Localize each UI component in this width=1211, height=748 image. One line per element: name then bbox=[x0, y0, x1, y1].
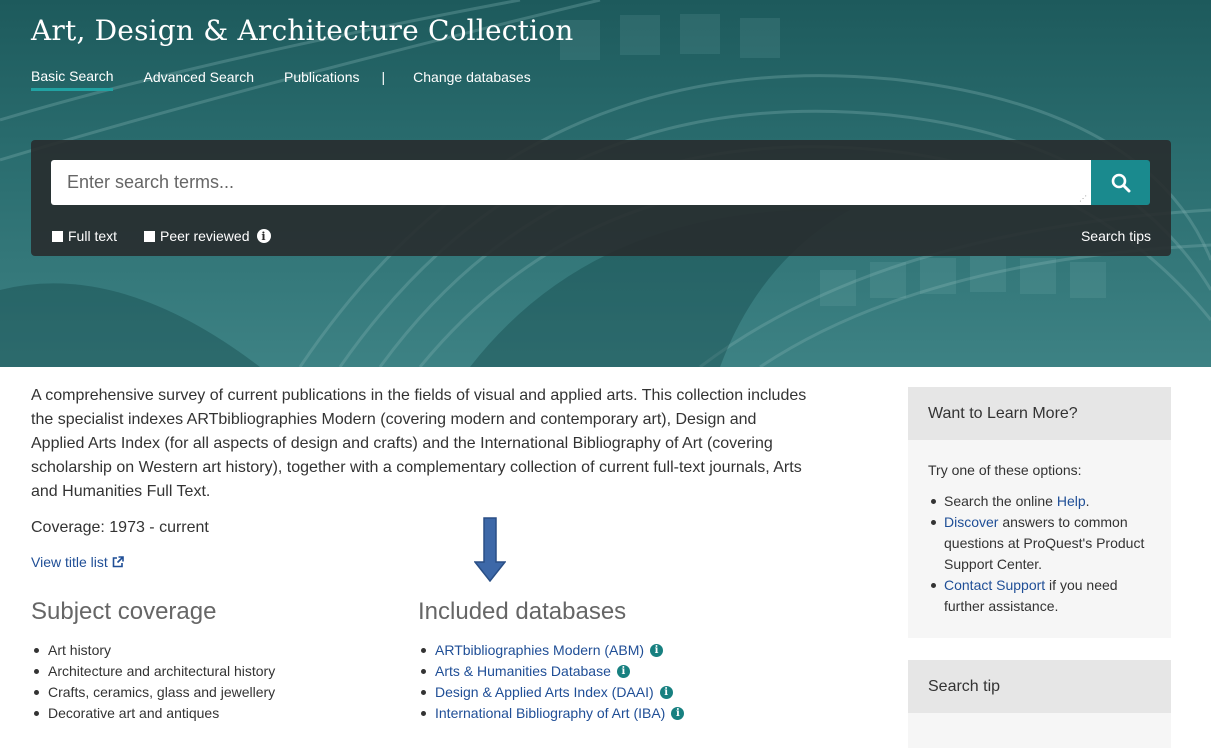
list-item: Crafts, ceramics, glass and jewellery bbox=[31, 682, 275, 703]
info-icon[interactable]: i bbox=[671, 707, 685, 720]
database-link-abm[interactable]: ARTbibliographies Modern (ABM) bbox=[435, 640, 644, 661]
peer-reviewed-label: Peer reviewed bbox=[160, 228, 250, 244]
search-tip-heading: Search tip bbox=[908, 660, 1171, 713]
search-tips-link[interactable]: Search tips bbox=[1081, 228, 1151, 244]
search-icon bbox=[1111, 173, 1130, 192]
search-input[interactable] bbox=[51, 160, 1091, 205]
list-item: Arts & Humanities Database i bbox=[418, 661, 684, 682]
subject-coverage-heading: Subject coverage bbox=[31, 598, 217, 625]
main-content: A comprehensive survey of current public… bbox=[31, 384, 811, 570]
nav-basic-search[interactable]: Basic Search bbox=[31, 68, 114, 91]
site-title: Art, Design & Architecture Collection bbox=[31, 14, 574, 47]
resize-grip-icon[interactable]: ⋰ bbox=[1079, 195, 1087, 203]
nav-advanced-search[interactable]: Advanced Search bbox=[143, 69, 254, 91]
nav-change-databases[interactable]: Change databases bbox=[413, 69, 531, 91]
list-item: Design & Applied Arts Index (DAAI) i bbox=[418, 682, 684, 703]
info-icon[interactable]: i bbox=[659, 686, 673, 699]
learn-more-intro: Try one of these options: bbox=[928, 462, 1082, 478]
collection-description: A comprehensive survey of current public… bbox=[31, 387, 807, 500]
subject-list: Art history Architecture and architectur… bbox=[31, 640, 275, 724]
peer-reviewed-checkbox[interactable] bbox=[144, 230, 155, 242]
search-button[interactable] bbox=[1091, 160, 1150, 205]
list-item: International Bibliography of Art (IBA) i bbox=[418, 703, 685, 724]
help-link[interactable]: Help bbox=[1057, 493, 1086, 509]
main-nav: Basic Search Advanced Search Publication… bbox=[31, 68, 561, 91]
info-icon[interactable]: i bbox=[616, 665, 630, 678]
option-text: Search the online bbox=[944, 493, 1057, 509]
contact-support-link[interactable]: Contact Support bbox=[944, 577, 1045, 593]
list-item: Art history bbox=[31, 640, 275, 661]
full-text-option[interactable]: Full text bbox=[52, 228, 117, 244]
down-arrow-annotation bbox=[474, 517, 506, 582]
search-tip-box: Search tip bbox=[908, 660, 1171, 748]
database-link-daai[interactable]: Design & Applied Arts Index (DAAI) bbox=[435, 682, 654, 703]
coverage-text: Coverage: 1973 - current bbox=[31, 519, 209, 536]
nav-publications[interactable]: Publications bbox=[284, 69, 360, 91]
database-link-iba[interactable]: International Bibliography of Art (IBA) bbox=[435, 703, 665, 724]
search-panel: ⋰ Full text Peer reviewed i Search tips bbox=[31, 140, 1171, 256]
full-text-checkbox[interactable] bbox=[52, 230, 63, 242]
nav-separator: | bbox=[381, 68, 386, 85]
option-text: . bbox=[1085, 493, 1090, 509]
info-icon[interactable]: i bbox=[650, 644, 664, 657]
list-item: Contact Support if you need further assi… bbox=[928, 575, 1151, 617]
learn-more-box: Want to Learn More? Try one of these opt… bbox=[908, 387, 1171, 638]
list-item: Discover answers to common questions at … bbox=[928, 512, 1151, 575]
list-item: Decorative art and antiques bbox=[31, 703, 275, 724]
list-item: Search the online Help. bbox=[928, 491, 1151, 512]
list-item: Architecture and architectural history bbox=[31, 661, 275, 682]
included-databases-heading: Included databases bbox=[418, 598, 627, 625]
database-list: ARTbibliographies Modern (ABM) i Arts & H… bbox=[418, 640, 685, 724]
external-link-icon bbox=[112, 556, 124, 568]
view-title-list-label: View title list bbox=[31, 554, 108, 570]
learn-more-options: Search the online Help. Discover answers… bbox=[928, 491, 1151, 617]
learn-more-heading: Want to Learn More? bbox=[908, 387, 1171, 440]
hero-banner: Art, Design & Architecture Collection Ba… bbox=[0, 0, 1211, 367]
peer-reviewed-option[interactable]: Peer reviewed i bbox=[144, 228, 271, 244]
view-title-list-link[interactable]: View title list bbox=[31, 554, 124, 570]
info-icon[interactable]: i bbox=[256, 229, 271, 243]
list-item: ARTbibliographies Modern (ABM) i bbox=[418, 640, 684, 661]
full-text-label: Full text bbox=[68, 228, 118, 244]
database-link-arts-humanities[interactable]: Arts & Humanities Database bbox=[435, 661, 611, 682]
discover-link[interactable]: Discover bbox=[944, 514, 998, 530]
